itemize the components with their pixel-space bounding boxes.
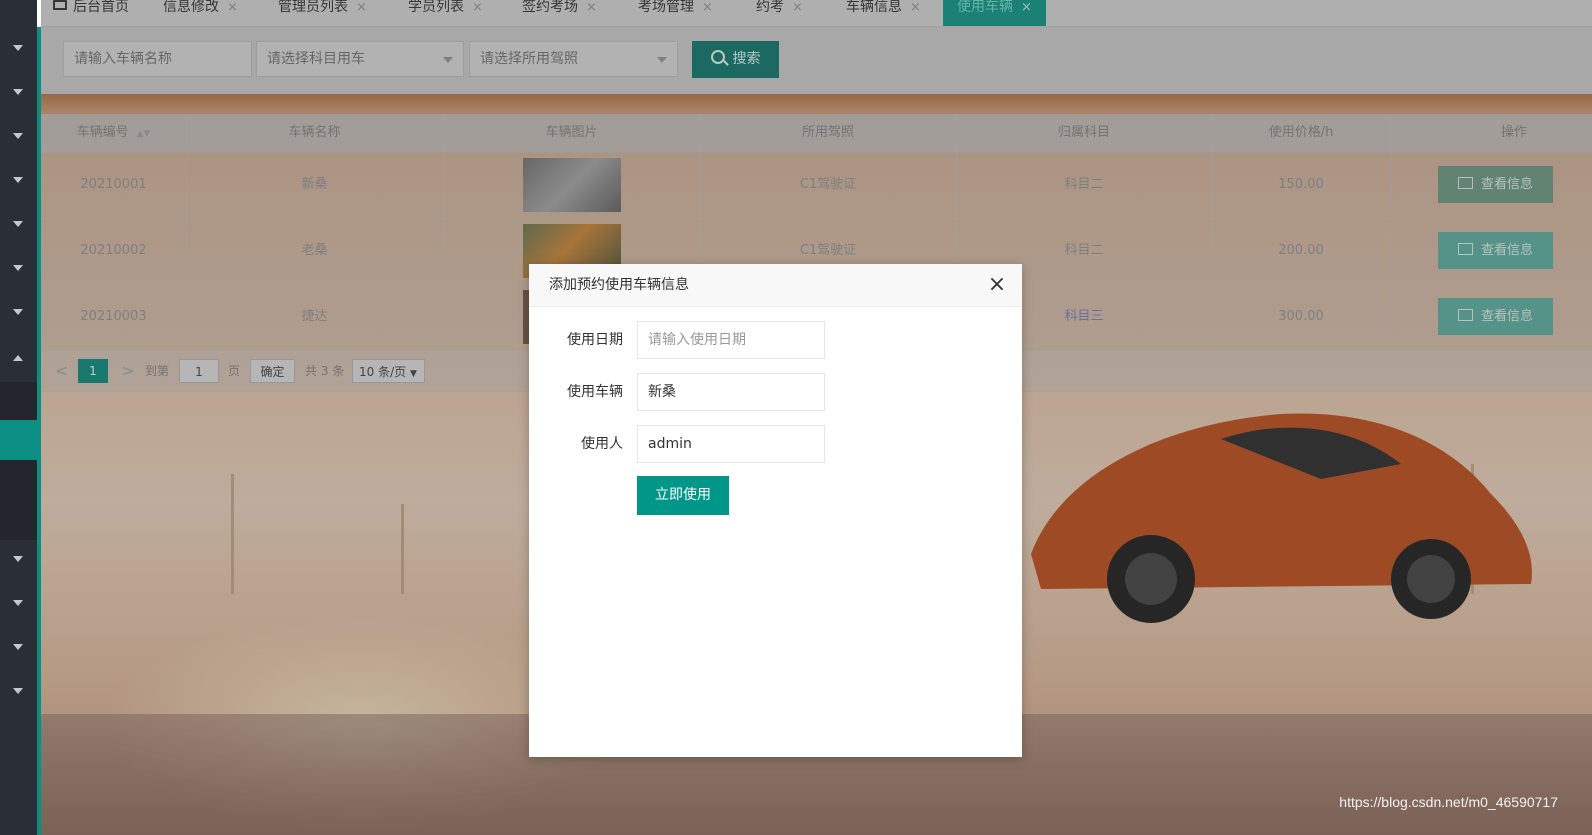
watermark-url: https://blog.csdn.net/m0_46590717 [1339, 794, 1558, 810]
chevron-down-icon [13, 688, 23, 694]
sidebar-subitem[interactable] [0, 382, 37, 420]
sidebar-item-12[interactable] [0, 669, 37, 713]
sidebar-item-6[interactable] [0, 246, 37, 290]
sidebar-item-4[interactable] [0, 158, 37, 202]
sidebar-subitem-active[interactable] [0, 420, 37, 460]
date-label: 使用日期 [567, 332, 623, 348]
sidebar-item-5[interactable] [0, 202, 37, 246]
chevron-down-icon [13, 177, 23, 183]
sidebar-item-1[interactable] [0, 26, 37, 70]
chevron-down-icon [13, 133, 23, 139]
add-booking-dialog: 添加预约使用车辆信息 × 使用日期 请输入使用日期 使用车辆 新桑 使用人 ad… [529, 264, 1022, 757]
chevron-down-icon [13, 265, 23, 271]
sidebar [0, 0, 41, 835]
sidebar-item-9[interactable] [0, 537, 37, 581]
chevron-down-icon [13, 309, 23, 315]
chevron-down-icon [13, 556, 23, 562]
sidebar-item-8-expanded[interactable] [0, 336, 37, 380]
chevron-down-icon [13, 221, 23, 227]
sidebar-item-2[interactable] [0, 70, 37, 114]
dialog-header: 添加预约使用车辆信息 × [529, 264, 1022, 307]
vehicle-label: 使用车辆 [567, 384, 623, 400]
sidebar-item-3[interactable] [0, 114, 37, 158]
sidebar-item-7[interactable] [0, 290, 37, 334]
chevron-up-icon [13, 355, 23, 361]
vehicle-input[interactable]: 新桑 [637, 373, 825, 411]
chevron-down-icon [13, 89, 23, 95]
chevron-down-icon [13, 600, 23, 606]
date-input[interactable]: 请输入使用日期 [637, 321, 825, 359]
chevron-down-icon [13, 644, 23, 650]
dialog-title: 添加预约使用车辆信息 [549, 277, 689, 293]
user-label: 使用人 [581, 436, 623, 452]
sidebar-item-11[interactable] [0, 625, 37, 669]
close-icon[interactable]: × [986, 272, 1008, 298]
sidebar-item-10[interactable] [0, 581, 37, 625]
chevron-down-icon [13, 45, 23, 51]
sidebar-subitem-group[interactable] [0, 460, 37, 540]
use-now-button[interactable]: 立即使用 [637, 476, 729, 515]
user-input[interactable]: admin [637, 425, 825, 463]
